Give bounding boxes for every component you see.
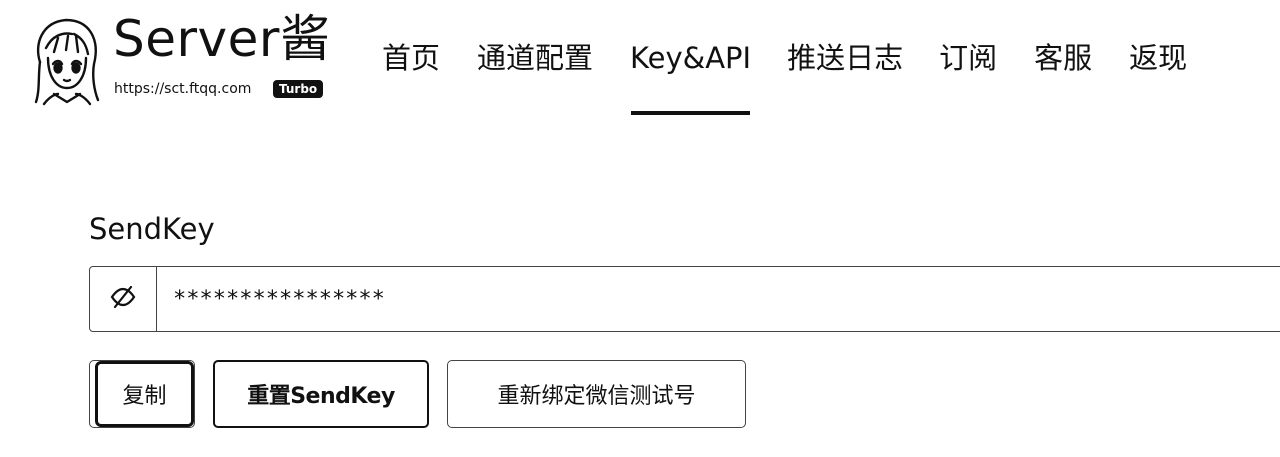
- main-nav: 首页 通道配置 Key&API 推送日志 订阅 客服 返现: [382, 36, 1187, 116]
- nav-item-label: 返现: [1129, 41, 1188, 75]
- turbo-badge: Turbo: [273, 80, 324, 98]
- rebind-wechat-button[interactable]: 重新绑定微信测试号: [447, 360, 746, 428]
- nav-item-key-api[interactable]: Key&API: [630, 36, 752, 116]
- rebind-wechat-label: 重新绑定微信测试号: [497, 384, 696, 409]
- site-url[interactable]: https://sct.ftqq.com: [114, 80, 251, 98]
- nav-item-channel-config[interactable]: 通道配置: [477, 36, 593, 80]
- sendkey-label: SendKey: [89, 212, 215, 246]
- reset-sendkey-button[interactable]: 重置SendKey: [213, 360, 429, 428]
- page: Server酱 https://sct.ftqq.com Turbo 首页 通道…: [0, 0, 1280, 457]
- nav-item-label: Key&API: [630, 41, 752, 75]
- reset-sendkey-label: 重置SendKey: [247, 384, 395, 409]
- nav-item-subscribe[interactable]: 订阅: [939, 36, 997, 80]
- toggle-visibility-button[interactable]: [90, 267, 157, 331]
- nav-item-label: 推送日志: [787, 41, 904, 75]
- active-tab-indicator: [630, 110, 752, 116]
- sendkey-input-group: [89, 266, 1280, 332]
- nav-item-push-log[interactable]: 推送日志: [787, 36, 903, 80]
- copy-button[interactable]: 复制: [89, 360, 195, 428]
- eye-slash-icon: [109, 285, 137, 312]
- nav-item-label: 订阅: [939, 41, 998, 75]
- nav-item-label: 客服: [1034, 41, 1093, 75]
- nav-item-home[interactable]: 首页: [382, 36, 440, 80]
- copy-button-label: 复制: [122, 384, 167, 409]
- site-title[interactable]: Server酱: [113, 4, 330, 74]
- logo-avatar-icon[interactable]: [28, 14, 106, 106]
- nav-item-cashback[interactable]: 返现: [1129, 36, 1187, 80]
- sendkey-input[interactable]: [157, 267, 1280, 331]
- nav-item-label: 首页: [382, 41, 441, 75]
- nav-item-support[interactable]: 客服: [1034, 36, 1092, 80]
- nav-item-label: 通道配置: [477, 41, 594, 75]
